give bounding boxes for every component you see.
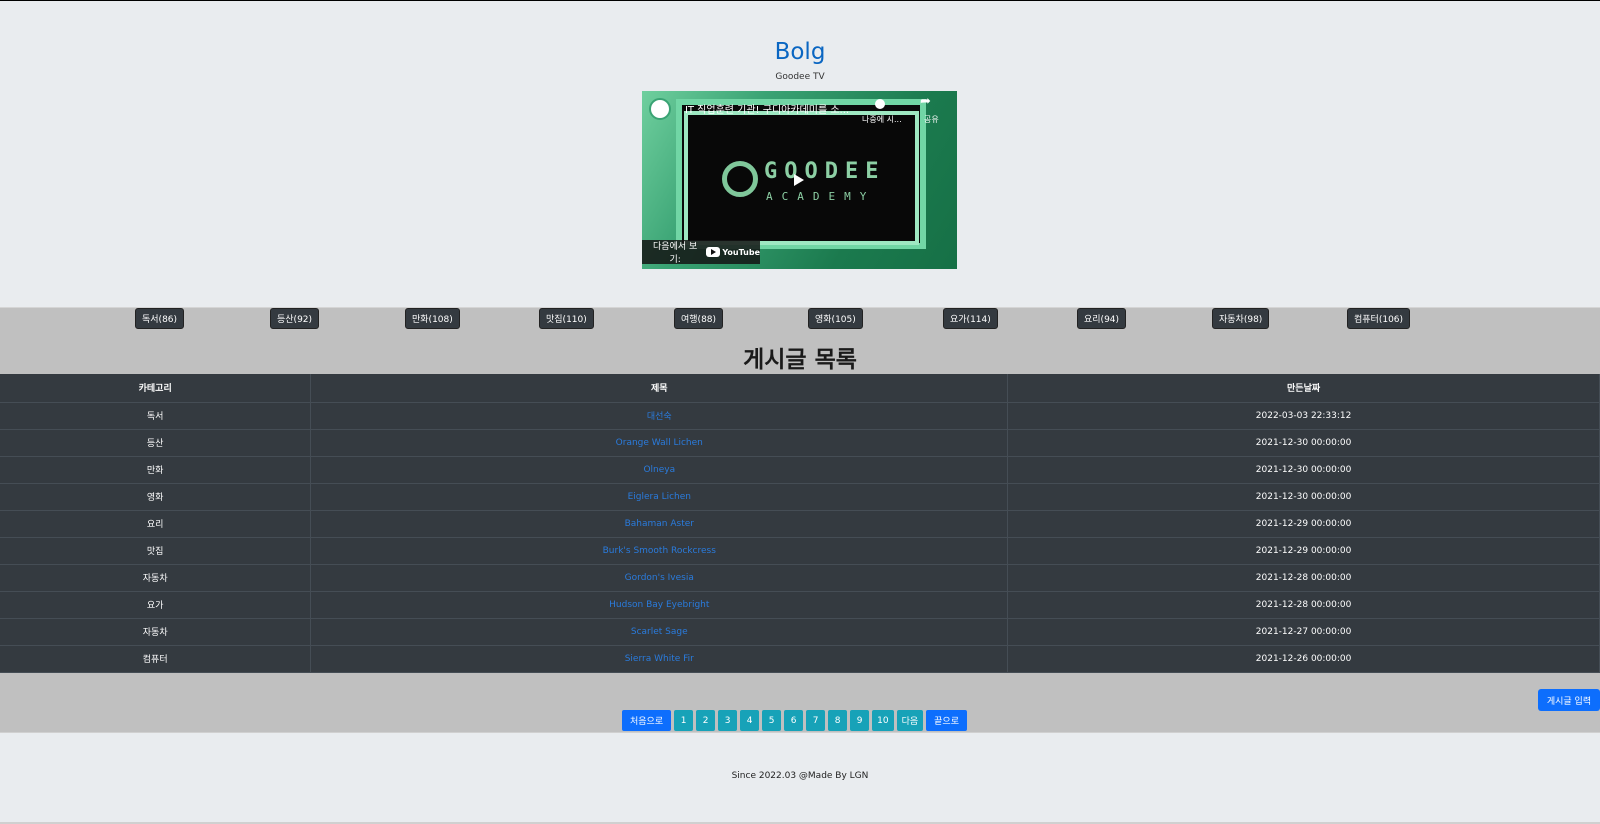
page-button-7[interactable]: 7 (806, 710, 826, 731)
row-date: 2021-12-29 00:00:00 (1007, 509, 1600, 537)
page-button-5[interactable]: 5 (762, 710, 782, 731)
youtube-logo: YouTube (706, 247, 760, 257)
row-date: 2021-12-28 00:00:00 (1007, 590, 1600, 618)
category-button[interactable]: 영화(105) (808, 308, 863, 329)
table-row: 독서 대선숙 2022-03-03 22:33:12 (0, 401, 1600, 429)
post-title-link[interactable]: Scarlet Sage (631, 627, 688, 637)
page-button-2[interactable]: 2 (696, 710, 716, 731)
post-title-link[interactable]: 대선숙 (647, 412, 672, 422)
post-title-link[interactable]: Hudson Bay Eyebright (609, 600, 709, 610)
row-category: 자동차 (0, 563, 312, 591)
row-date: 2021-12-30 00:00:00 (1007, 455, 1600, 483)
pagination: 처음으로 1 2 3 4 5 6 7 8 9 10 다음 끝으로 (622, 710, 967, 731)
row-date: 2021-12-30 00:00:00 (1007, 428, 1600, 456)
youtube-play-icon (706, 247, 721, 257)
category-button[interactable]: 요리(94) (1077, 308, 1127, 329)
table-header-row: 카테고리 제목 만든날짜 (0, 374, 1600, 402)
post-title-link[interactable]: Burk's Smooth Rockcress (603, 546, 716, 556)
goodee-logo-icon (722, 161, 758, 197)
table-row: 컴퓨터 Sierra White Fir 2021-12-26 00:00:00 (0, 644, 1600, 673)
column-header-created-date: 만든날짜 (1007, 374, 1600, 402)
post-list-title: 게시글 목록 (743, 347, 857, 373)
post-title-link[interactable]: Gordon's Ivesia (625, 573, 694, 583)
post-title-link[interactable]: Eiglera Lichen (628, 492, 691, 502)
row-date: 2022-03-03 22:33:12 (1007, 401, 1600, 429)
row-date: 2021-12-28 00:00:00 (1007, 563, 1600, 591)
table-row: 만화 Olneya 2021-12-30 00:00:00 (0, 455, 1600, 483)
page-button-9[interactable]: 9 (850, 710, 870, 731)
row-category: 맛집 (0, 536, 312, 564)
page-button-8[interactable]: 8 (828, 710, 848, 731)
row-category: 독서 (0, 401, 312, 429)
row-date: 2021-12-27 00:00:00 (1007, 617, 1600, 645)
post-table: 카테고리 제목 만든날짜 독서 대선숙 2022-03-03 22:33:12 … (0, 374, 1600, 673)
post-title-link[interactable]: Sierra White Fir (625, 654, 694, 664)
category-button[interactable]: 독서(86) (135, 308, 185, 329)
share-icon[interactable]: ➦ (920, 94, 931, 109)
row-category: 요리 (0, 509, 312, 537)
page-button-1[interactable]: 1 (674, 710, 694, 731)
table-row: 자동차 Scarlet Sage 2021-12-27 00:00:00 (0, 617, 1600, 645)
column-header-title: 제목 (310, 374, 1009, 402)
site-subtitle: Goodee TV (775, 72, 825, 82)
post-title-link[interactable]: Bahaman Aster (625, 519, 694, 529)
category-button[interactable]: 자동차(98) (1212, 308, 1270, 329)
write-post-button[interactable]: 게시글 입력 (1538, 689, 1600, 711)
page-button-4[interactable]: 4 (740, 710, 760, 731)
video-brand-line1: GOODEE (764, 159, 886, 184)
table-row: 자동차 Gordon's Ivesia 2021-12-28 00:00:00 (0, 563, 1600, 591)
page-button-3[interactable]: 3 (718, 710, 738, 731)
page-button-10[interactable]: 10 (872, 710, 894, 731)
row-category: 만화 (0, 455, 312, 483)
row-category: 요가 (0, 590, 312, 618)
site-title: Bolg (774, 39, 826, 65)
table-row: 영화 Eiglera Lichen 2021-12-30 00:00:00 (0, 482, 1600, 510)
row-category: 등산 (0, 428, 312, 456)
watch-later-label[interactable]: 나중에 시... (862, 114, 902, 125)
last-page-button[interactable]: 끝으로 (926, 710, 967, 731)
table-row: 등산 Orange Wall Lichen 2021-12-30 00:00:0… (0, 428, 1600, 456)
share-label[interactable]: 공유 (924, 114, 939, 125)
category-button[interactable]: 맛집(110) (539, 308, 594, 329)
footer-text: Since 2022.03 @Made By LGN (731, 771, 869, 781)
row-date: 2021-12-30 00:00:00 (1007, 482, 1600, 510)
row-category: 영화 (0, 482, 312, 510)
category-button[interactable]: 만화(108) (405, 308, 460, 329)
watch-later-icon[interactable] (875, 99, 885, 109)
category-button[interactable]: 여행(88) (674, 308, 724, 329)
post-title-link[interactable]: Olneya (643, 465, 675, 475)
table-row: 요리 Bahaman Aster 2021-12-29 00:00:00 (0, 509, 1600, 537)
page-button-6[interactable]: 6 (784, 710, 804, 731)
row-date: 2021-12-26 00:00:00 (1007, 644, 1600, 673)
play-icon[interactable] (794, 174, 804, 186)
watch-on-youtube-button[interactable]: 다음에서 보기: YouTube (642, 240, 760, 265)
column-header-category: 카테고리 (0, 374, 312, 402)
channel-avatar-icon[interactable] (649, 98, 671, 120)
next-page-button[interactable]: 다음 (896, 710, 924, 731)
row-date: 2021-12-29 00:00:00 (1007, 536, 1600, 564)
header-jumbotron: Bolg Goodee TV GOODEE ACADEMY IT 직업훈련 기관… (0, 1, 1600, 308)
row-category: 자동차 (0, 617, 312, 645)
video-title[interactable]: IT 직업훈련 기관! 구디아카데미를 소... (677, 101, 857, 116)
table-row: 맛집 Burk's Smooth Rockcress 2021-12-29 00… (0, 536, 1600, 564)
category-button[interactable]: 컴퓨터(106) (1347, 308, 1411, 329)
watch-on-label: 다음에서 보기: (653, 242, 698, 265)
category-button[interactable]: 등산(92) (270, 308, 320, 329)
youtube-wordmark: YouTube (722, 247, 760, 257)
category-button[interactable]: 요가(114) (943, 308, 998, 329)
table-row: 요가 Hudson Bay Eyebright 2021-12-28 00:00… (0, 590, 1600, 618)
first-page-button[interactable]: 처음으로 (622, 710, 672, 731)
youtube-video-embed[interactable]: GOODEE ACADEMY IT 직업훈련 기관! 구디아카데미를 소... … (642, 91, 957, 269)
video-brand-line2: ACADEMY (766, 190, 876, 203)
category-bar: 독서(86) 등산(92) 만화(108) 맛집(110) 여행(88) 영화(… (135, 308, 1411, 330)
footer: Since 2022.03 @Made By LGN (0, 732, 1600, 824)
row-category: 컴퓨터 (0, 644, 312, 673)
post-title-link[interactable]: Orange Wall Lichen (616, 438, 703, 448)
